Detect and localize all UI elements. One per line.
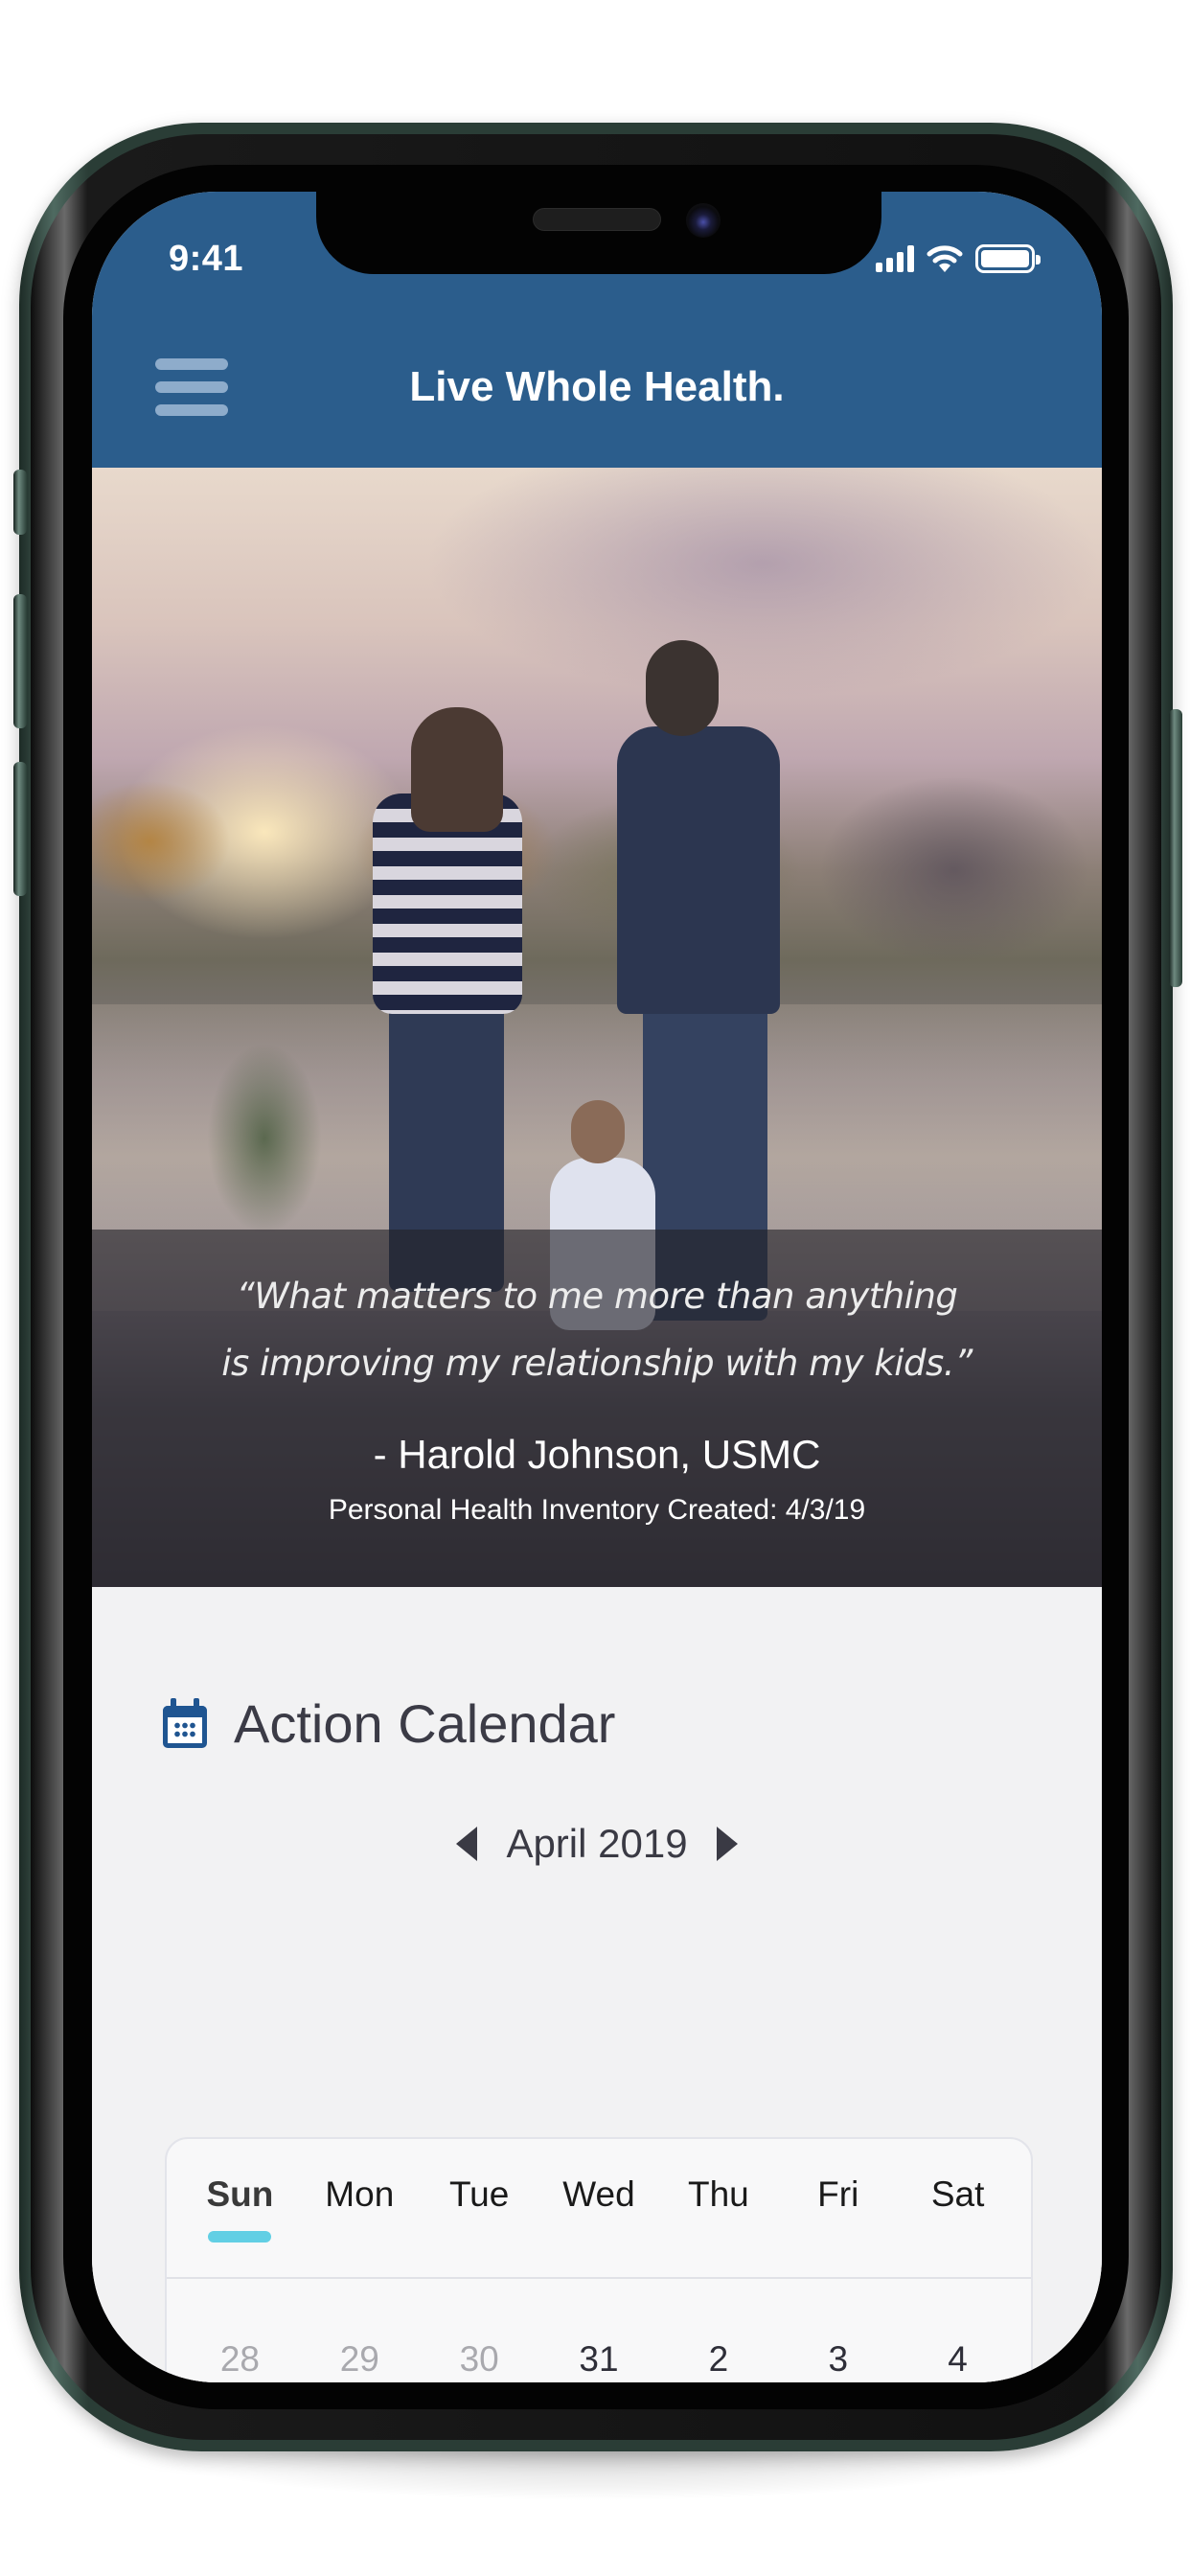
calendar-day[interactable]: 2 [658, 2312, 778, 2382]
day-number: 2 [708, 2339, 729, 2379]
volume-up-button [13, 594, 27, 728]
triangle-right-icon[interactable] [716, 1827, 738, 1861]
hero-photo: “What matters to me more than anything i… [92, 468, 1102, 1587]
day-number: 28 [219, 2339, 260, 2379]
card-divider [167, 2277, 1031, 2279]
weekday-label: Tue [448, 2174, 510, 2214]
front-camera [686, 203, 721, 238]
photo-man-head [646, 640, 719, 736]
weekday-label: Mon [325, 2174, 395, 2214]
day-number: 3 [828, 2339, 849, 2379]
calendar-icon [163, 1698, 207, 1748]
notch [316, 192, 881, 274]
weekday-label: Sun [206, 2174, 274, 2214]
cellular-signal-icon [876, 245, 914, 272]
power-button [1169, 709, 1182, 987]
calendar-heading: Action Calendar [163, 1692, 615, 1754]
wifi-icon [927, 245, 963, 272]
photo-man-shirt [617, 726, 780, 1014]
weekday-tab[interactable]: Sun [180, 2168, 300, 2244]
action-calendar-section: Action Calendar April 2019 Sun Mon Tue W… [92, 1587, 1102, 2382]
calendar-day[interactable]: 30 [420, 2312, 539, 2382]
weekday-label: Sat [930, 2174, 985, 2214]
photo-woman-hair [411, 707, 503, 832]
silent-switch [13, 470, 27, 535]
quote-line: is improving my relationship with my kid… [221, 1343, 973, 1384]
weekday-tab[interactable]: Wed [539, 2168, 659, 2244]
inventory-created-date: Personal Health Inventory Created: 4/3/1… [328, 1494, 866, 1526]
quote-line: “What matters to me more than anything [236, 1276, 958, 1317]
calendar-day[interactable]: 4 [898, 2312, 1018, 2382]
day-number: 29 [339, 2339, 379, 2379]
active-day-indicator [208, 2231, 272, 2242]
earpiece-speaker [533, 208, 661, 231]
weekday-tab[interactable]: Thu [658, 2168, 778, 2244]
app-title: Live Whole Health. [409, 363, 785, 410]
calendar-day[interactable]: 3 [778, 2312, 898, 2382]
weekday-row: Sun Mon Tue Wed Thu Fri Sat [167, 2168, 1031, 2244]
quote-text: “What matters to me more than anything i… [92, 1263, 1102, 1397]
photo-bush [207, 1043, 322, 1234]
weekday-tab[interactable]: Sat [898, 2168, 1018, 2244]
day-number: 31 [579, 2339, 619, 2379]
status-icons [876, 240, 1041, 278]
triangle-left-icon[interactable] [456, 1827, 478, 1861]
weekday-tab[interactable]: Mon [300, 2168, 420, 2244]
month-label: April 2019 [506, 1821, 688, 1866]
calendar-day[interactable]: 31 [539, 2312, 659, 2382]
calendar-day[interactable]: 28 [180, 2312, 300, 2382]
weekday-label: Thu [687, 2174, 749, 2214]
weekday-tab[interactable]: Tue [420, 2168, 539, 2244]
week-row: 28 29 30 31 2 3 4 [167, 2312, 1031, 2382]
day-number: 4 [948, 2339, 968, 2379]
weekday-label: Fri [817, 2174, 859, 2214]
weekday-label: Wed [562, 2174, 635, 2214]
weekday-tab[interactable]: Fri [778, 2168, 898, 2244]
photo-child-head [571, 1100, 625, 1163]
quote-author: - Harold Johnson, USMC [373, 1432, 821, 1477]
photo-treeline [92, 755, 1102, 966]
day-number: 30 [459, 2339, 499, 2379]
calendar-day[interactable]: 29 [300, 2312, 420, 2382]
volume-down-button [13, 762, 27, 896]
battery-icon [975, 244, 1041, 273]
phone-screen: 9:41 Live Whole Health. “What matters to… [92, 192, 1102, 2382]
month-navigation: April 2019 [92, 1813, 1102, 1874]
status-time: 9:41 [169, 239, 244, 279]
calendar-card: Sun Mon Tue Wed Thu Fri Sat 28 29 30 31 2 3 4 … [165, 2137, 1033, 2382]
calendar-title: Action Calendar [234, 1692, 616, 1754]
